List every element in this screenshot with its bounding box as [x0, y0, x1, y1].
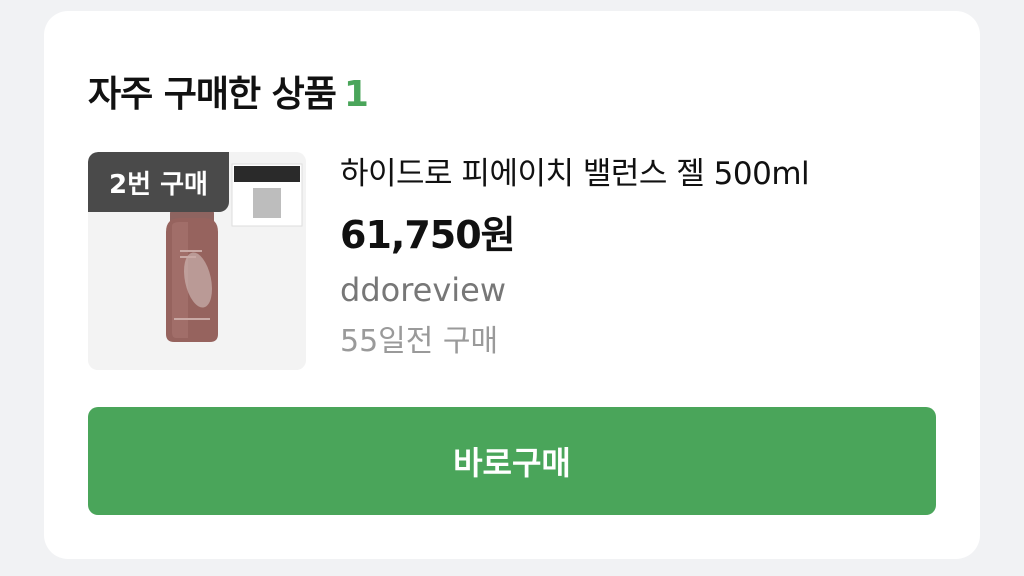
buy-now-button[interactable]: 바로구매: [88, 407, 936, 515]
product-name[interactable]: 하이드로 피에이치 밸런스 젤 500ml: [340, 152, 940, 196]
product-info: 하이드로 피에이치 밸런스 젤 500ml 61,750원 ddoreview …: [340, 152, 940, 364]
section-title: 자주 구매한 상품 1: [88, 65, 369, 117]
item-count: 1: [343, 74, 369, 115]
purchase-date: 55일전 구매: [340, 324, 499, 359]
product-thumbnail[interactable]: 2번 구매: [88, 152, 306, 370]
frequently-purchased-card: 자주 구매한 상품 1 2번 구매 하이드로 피에이치 밸런스 젤 500ml 6…: [44, 11, 980, 559]
section-title-text: 자주 구매한 상품: [88, 74, 337, 115]
product-price: 61,750원: [340, 213, 516, 257]
purchase-count-badge: 2번 구매: [88, 152, 229, 212]
seller-name: ddoreview: [340, 271, 507, 309]
